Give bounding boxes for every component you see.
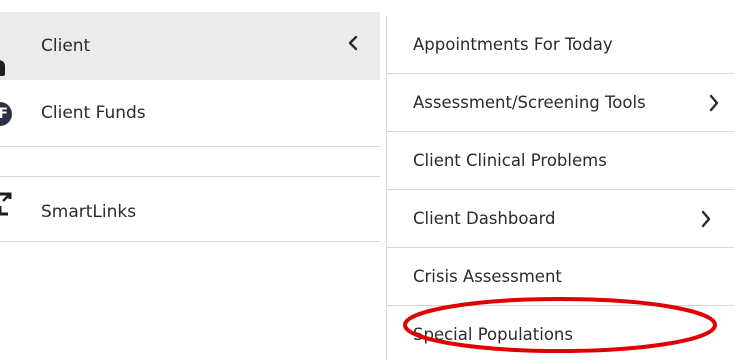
submenu-item-label: Assessment/Screening Tools [413, 93, 646, 112]
chevron-right-icon [701, 210, 711, 228]
submenu-item-label: Appointments For Today [413, 35, 613, 54]
smartlinks-icon [0, 192, 12, 216]
sidebar-item-label: SmartLinks [41, 202, 137, 222]
client-funds-icon: F [0, 102, 12, 126]
submenu-item-label: Client Dashboard [413, 209, 556, 228]
sidebar-item-client[interactable]: Client [0, 12, 380, 80]
submenu-flyout: Appointments For Today Assessment/Screen… [386, 16, 734, 360]
screenshot-stage: Client F Client Funds SmartLinks Appoint… [0, 0, 734, 360]
submenu-item-assessment-screening-tools[interactable]: Assessment/Screening Tools [387, 74, 734, 132]
chevron-right-icon [709, 94, 719, 112]
submenu-item-label: Client Clinical Problems [413, 151, 607, 170]
submenu-item-client-dashboard[interactable]: Client Dashboard [387, 190, 734, 248]
submenu-item-label: Special Populations [413, 325, 573, 344]
submenu-item-appointments-for-today[interactable]: Appointments For Today [387, 16, 734, 74]
sidebar-item-label: Client [41, 36, 91, 56]
sidebar-item-label: Client Funds [41, 103, 146, 123]
sidebar-item-client-funds[interactable]: F Client Funds [0, 80, 380, 147]
chevron-left-icon[interactable] [345, 35, 361, 51]
sidebar-menu: Client F Client Funds SmartLinks [0, 0, 380, 360]
submenu-item-crisis-assessment[interactable]: Crisis Assessment [387, 248, 734, 306]
submenu-item-special-populations[interactable]: Special Populations [387, 306, 734, 360]
submenu-item-label: Crisis Assessment [413, 267, 562, 286]
sidebar-item-empty [0, 147, 380, 177]
sidebar-item-smartlinks[interactable]: SmartLinks [0, 178, 380, 242]
submenu-item-client-clinical-problems[interactable]: Client Clinical Problems [387, 132, 734, 190]
